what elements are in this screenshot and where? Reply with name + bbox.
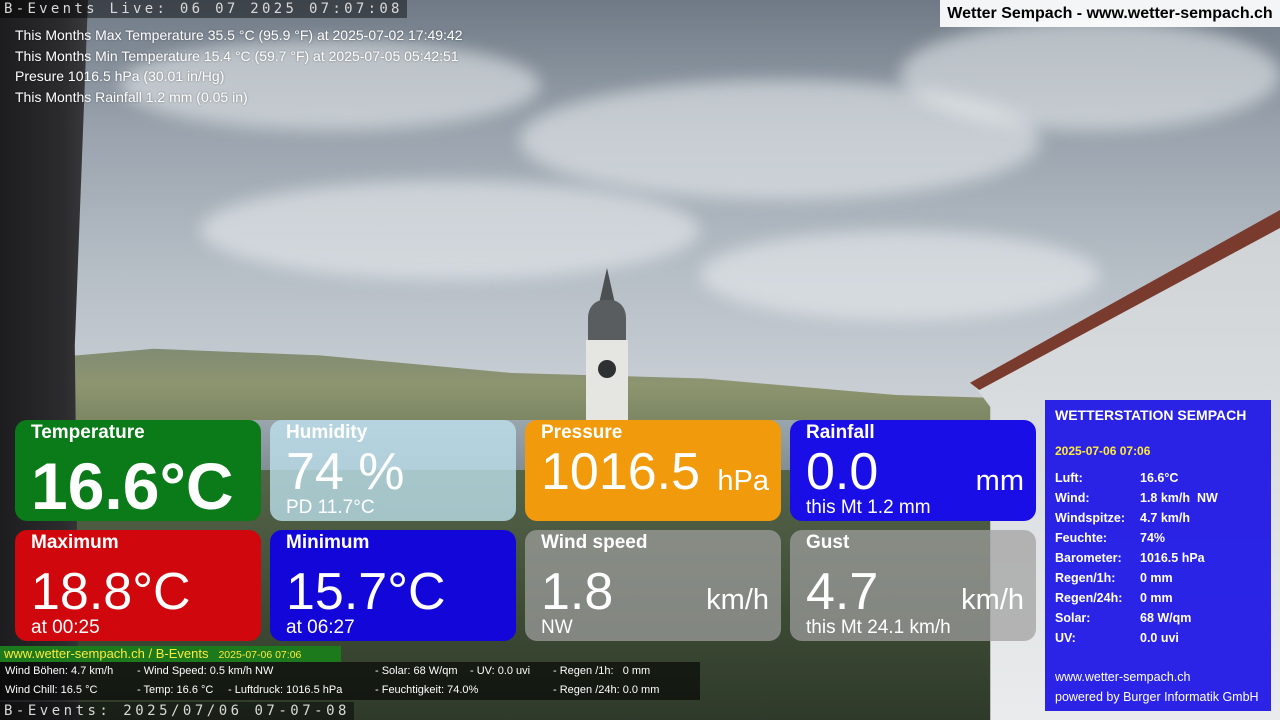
station-key: Luft:: [1055, 471, 1083, 485]
temperature-value: 16.6°C: [31, 449, 234, 521]
temp-info: - Temp: 16.6 °C: [137, 684, 214, 696]
humidity-value: 74 %: [286, 443, 405, 501]
rainfall-tile: Rainfall 0.0 mm this Mt 1.2 mm: [790, 420, 1036, 521]
rainfall-label: Rainfall: [806, 422, 875, 443]
minimum-value: 15.7°C: [286, 563, 446, 621]
rainfall-unit: mm: [975, 465, 1024, 497]
pressure-tile: Pressure 1016.5 hPa: [525, 420, 781, 521]
humidity-info: - Feuchtigkeit: 74.0%: [375, 684, 479, 696]
maximum-time: at 00:25: [31, 617, 100, 638]
wind-direction: NW: [541, 617, 573, 638]
church-tower-top: [588, 300, 626, 344]
station-key: Feuchte:: [1055, 531, 1108, 545]
maximum-value: 18.8°C: [31, 563, 191, 621]
maximum-label: Maximum: [31, 532, 119, 553]
station-key: Solar:: [1055, 611, 1091, 625]
bottom-datetime: 2025-07-06 07:06: [218, 649, 302, 661]
station-value: 74%: [1140, 531, 1166, 545]
wind-speed-info: - Wind Speed: 0.5 km/h NW: [137, 665, 274, 677]
rainfall-value: 0.0: [806, 443, 879, 501]
rainfall-month: this Mt 1.2 mm: [806, 497, 931, 518]
month-max-temp: This Months Max Temperature 35.5 °C (95.…: [15, 27, 463, 43]
solar-info: - Solar: 68 W/qm: [375, 665, 458, 677]
month-min-temp: This Months Min Temperature 15.4 °C (59.…: [15, 47, 459, 64]
station-value: 68 W/qm: [1140, 611, 1192, 625]
bottom-site-link[interactable]: www.wetter-sempach.ch / B-Events: [0, 646, 208, 661]
station-row: Wind: 1.8 km/h NW: [1055, 488, 1218, 508]
month-stats: This Months Max Temperature 35.5 °C (95.…: [15, 25, 463, 107]
cloud: [900, 20, 1280, 130]
wind-speed-unit: km/h: [706, 584, 769, 616]
wind-chill-info: Wind Chill: 16.5 °C: [5, 684, 98, 696]
station-footer: www.wetter-sempach.ch powered by Burger …: [1055, 667, 1259, 707]
minimum-time: at 06:27: [286, 617, 355, 638]
station-value: 0 mm: [1140, 591, 1173, 605]
bottom-timestamp: B-Events: 2025/07/06 07-07-08: [0, 702, 354, 720]
station-row: UV: 0.0 uvi: [1055, 628, 1218, 648]
station-value: 1.8 km/h NW: [1140, 491, 1218, 505]
rain-24h-info: - Regen /24h: 0.0 mm: [553, 684, 660, 696]
minimum-label: Minimum: [286, 532, 370, 553]
wind-speed-value: 1.8: [541, 563, 614, 621]
temperature-label: Temperature: [31, 422, 145, 443]
station-key: Regen/24h:: [1055, 591, 1123, 605]
station-row: Regen/1h: 0 mm: [1055, 568, 1218, 588]
gust-month: this Mt 24.1 km/h: [806, 617, 951, 638]
station-value: 0.0 uvi: [1140, 631, 1179, 645]
bottom-site-bar: www.wetter-sempach.ch / B-Events 2025-07-…: [0, 646, 341, 662]
station-value: 4.7 km/h: [1140, 511, 1191, 525]
station-value: 1016.5 hPa: [1140, 551, 1205, 565]
gust-label: Gust: [806, 532, 850, 553]
humidity-label: Humidity: [286, 422, 368, 443]
maximum-tile: Maximum 18.8°C at 00:25: [15, 530, 261, 641]
pressure-value: 1016.5: [541, 443, 701, 501]
church-clock: [598, 360, 616, 378]
site-title: Wetter Sempach - www.wetter-sempach.ch: [940, 0, 1280, 27]
station-row: Solar: 68 W/qm: [1055, 608, 1218, 628]
station-key: Regen/1h:: [1055, 571, 1116, 585]
month-rainfall: This Months Rainfall 1.2 mm (0.05 in): [15, 88, 248, 105]
bottom-info-bar: Wind Böhen: 4.7 km/h - Wind Speed: 0.5 k…: [0, 662, 700, 700]
temperature-tile: Temperature 16.6°C: [15, 420, 261, 521]
station-panel: WETTERSTATION SEMPACH 2025-07-06 07:06 L…: [1045, 400, 1271, 711]
live-timestamp: B-Events Live: 06 07 2025 07:07:08: [0, 0, 407, 18]
station-value: 16.6°C: [1140, 471, 1179, 485]
wind-gust-info: Wind Böhen: 4.7 km/h: [5, 665, 114, 677]
gust-tile: Gust 4.7 km/h this Mt 24.1 km/h: [790, 530, 1036, 641]
uv-info: - UV: 0.0 uvi: [470, 665, 531, 677]
humidity-dewpoint: PD 11.7°C: [286, 497, 375, 518]
month-pressure: Presure 1016.5 hPa (30.01 in/Hg): [15, 68, 225, 84]
wind-speed-tile: Wind speed 1.8 km/h NW: [525, 530, 781, 641]
station-readings: Luft: 16.6°C Wind: 1.8 km/h NW Windspitze:…: [1055, 468, 1218, 648]
gust-value: 4.7: [806, 563, 879, 621]
station-key: Barometer:: [1055, 551, 1122, 565]
station-website-link[interactable]: www.wetter-sempach.ch: [1055, 667, 1259, 687]
station-value: 0 mm: [1140, 571, 1173, 585]
station-row: Barometer: 1016.5 hPa: [1055, 548, 1218, 568]
station-key: Windspitze:: [1055, 511, 1126, 525]
cloud: [200, 180, 700, 280]
station-row: Regen/24h: 0 mm: [1055, 588, 1218, 608]
station-powered-by: powered by Burger Informatik GmbH: [1055, 690, 1259, 704]
humidity-tile: Humidity 74 % PD 11.7°C: [270, 420, 516, 521]
gust-unit: km/h: [961, 584, 1024, 616]
church-tower: [586, 340, 628, 430]
pressure-info: - Luftdruck: 1016.5 hPa: [228, 684, 343, 696]
station-title: WETTERSTATION SEMPACH: [1055, 407, 1247, 423]
wind-speed-label: Wind speed: [541, 532, 648, 553]
pressure-label: Pressure: [541, 422, 623, 443]
station-row: Windspitze: 4.7 km/h: [1055, 508, 1218, 528]
station-row: Feuchte: 74%: [1055, 528, 1218, 548]
rain-1h-info: - Regen /1h: 0 mm: [553, 665, 651, 677]
minimum-tile: Minimum 15.7°C at 06:27: [270, 530, 516, 641]
station-datetime: 2025-07-06 07:06: [1055, 444, 1151, 458]
station-row: Luft: 16.6°C: [1055, 468, 1218, 488]
cloud: [700, 230, 1100, 320]
station-key: Wind:: [1055, 491, 1090, 505]
station-key: UV:: [1055, 631, 1076, 645]
pressure-unit: hPa: [717, 465, 769, 497]
